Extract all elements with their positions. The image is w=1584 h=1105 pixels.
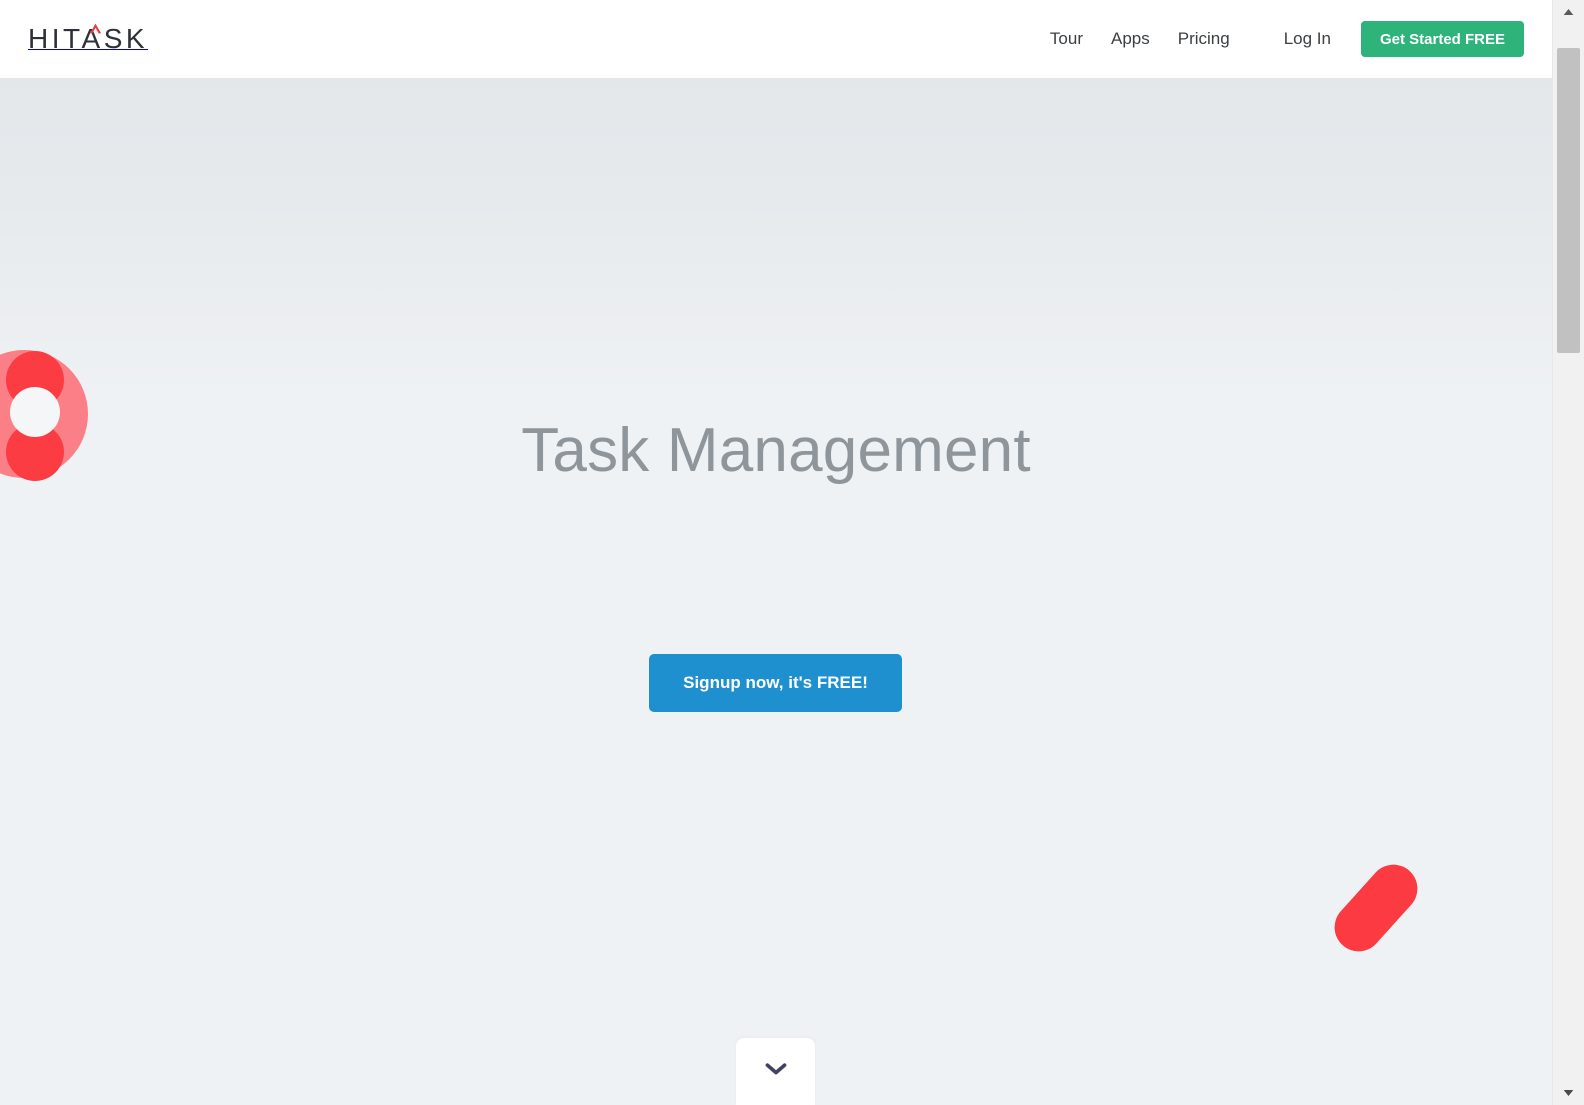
scrollbar-down-arrow-button[interactable] bbox=[1553, 1081, 1584, 1105]
scrollbar-thumb[interactable] bbox=[1557, 48, 1580, 353]
site-header: HITASK Tour Apps Pricing Log In Get Star… bbox=[0, 0, 1552, 78]
login-link[interactable]: Log In bbox=[1284, 29, 1331, 49]
browser-scrollbar[interactable] bbox=[1552, 0, 1584, 1105]
page-title: Task Management bbox=[521, 416, 1031, 485]
scroll-down-button[interactable] bbox=[736, 1038, 815, 1105]
nav-link-pricing[interactable]: Pricing bbox=[1168, 0, 1240, 78]
nav-primary-links: Tour Apps Pricing bbox=[1036, 0, 1244, 78]
arrow-down-icon bbox=[1563, 1090, 1574, 1096]
scrollbar-up-arrow-button[interactable] bbox=[1553, 0, 1584, 24]
hero-section: Task Management Signup now, it's FREE! bbox=[0, 78, 1552, 1105]
signup-now-button[interactable]: Signup now, it's FREE! bbox=[649, 654, 902, 712]
nav-link-apps[interactable]: Apps bbox=[1101, 0, 1160, 78]
nav-link-tour[interactable]: Tour bbox=[1040, 0, 1093, 78]
brand-logo[interactable]: HITASK bbox=[28, 22, 148, 56]
chevron-down-icon bbox=[765, 1062, 786, 1074]
logo-wrap: HITASK bbox=[28, 22, 148, 56]
decorative-capsule-red bbox=[1324, 854, 1428, 962]
browser-viewport: HITASK Tour Apps Pricing Log In Get Star… bbox=[0, 0, 1552, 1105]
main-navigation: Tour Apps Pricing Log In Get Started FRE… bbox=[1036, 0, 1524, 78]
logo-accent-chevron-icon bbox=[89, 23, 102, 34]
get-started-free-button[interactable]: Get Started FREE bbox=[1360, 21, 1524, 57]
arrow-up-icon bbox=[1563, 9, 1574, 15]
